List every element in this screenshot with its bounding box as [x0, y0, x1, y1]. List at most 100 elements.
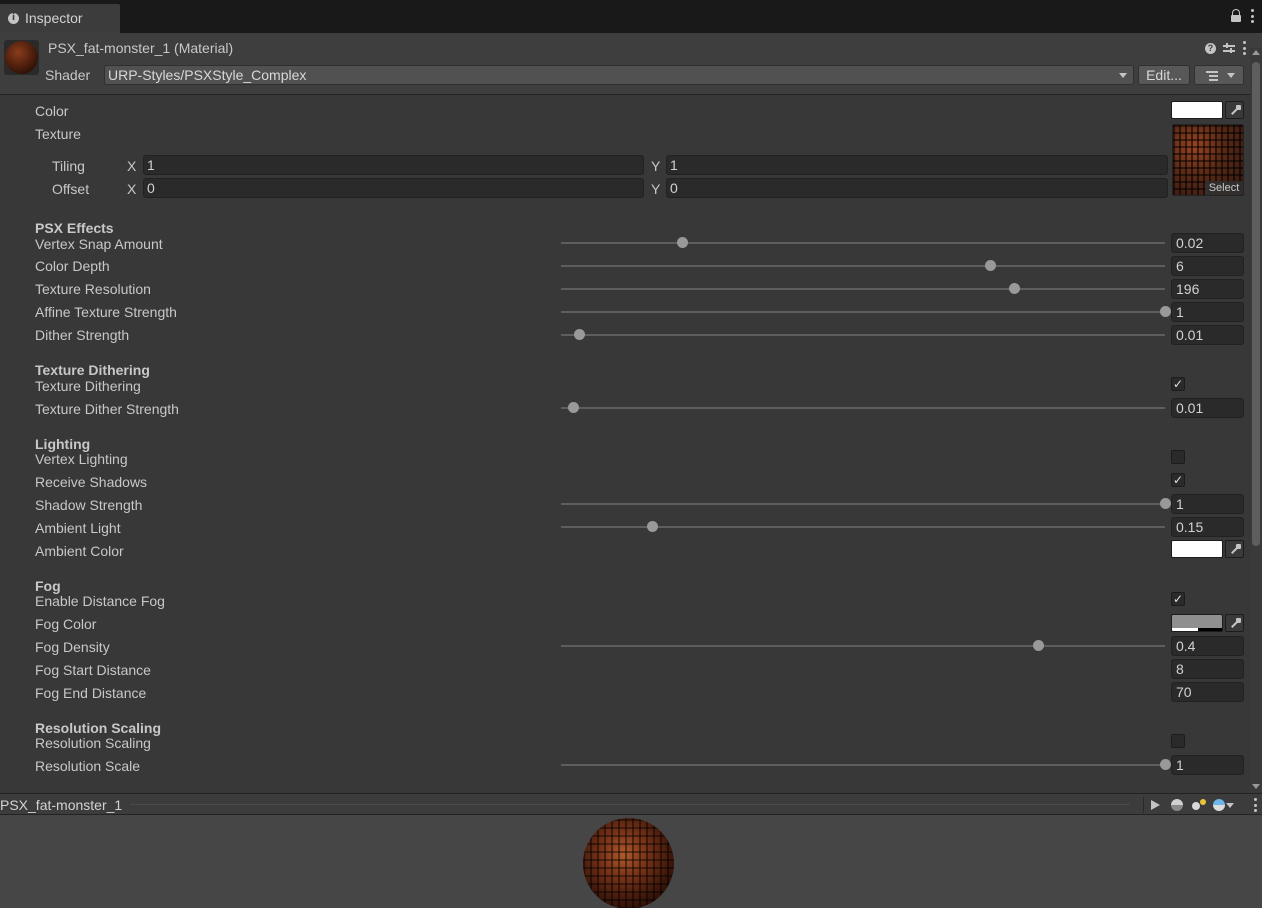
slider-knob[interactable] — [1160, 759, 1171, 770]
slider-knob[interactable] — [568, 402, 580, 413]
ambient-color-swatch[interactable] — [1171, 540, 1223, 558]
chevron-down-icon — [1226, 803, 1234, 808]
color-swatch[interactable] — [1171, 101, 1223, 119]
slider-knob[interactable] — [1009, 283, 1020, 294]
dither-strength-field[interactable]: 0.01 — [1171, 325, 1244, 345]
play-icon — [1151, 800, 1160, 810]
offset-x-field[interactable]: 0 — [143, 178, 644, 198]
fog-start-label: Fog Start Distance — [35, 662, 151, 678]
slider-knob[interactable] — [646, 521, 658, 532]
material-title: PSX_fat-monster_1 (Material) — [48, 40, 234, 56]
fog-density-slider[interactable] — [561, 640, 1165, 651]
texture-resolution-field[interactable]: 196 — [1171, 279, 1244, 299]
preview-sphere — [583, 818, 674, 908]
preview-toolbar: PSX_fat-monster_1 — [0, 793, 1262, 815]
fog-color-swatch[interactable] — [1171, 614, 1223, 632]
texture-slot[interactable]: Select — [1172, 124, 1244, 196]
preview-title: PSX_fat-monster_1 — [0, 797, 123, 813]
preview-mesh-button[interactable] — [1166, 797, 1188, 813]
kebab-icon[interactable] — [1250, 9, 1254, 23]
shader-menu-button[interactable] — [1194, 65, 1244, 85]
slider-knob[interactable] — [574, 329, 586, 340]
vertex-snap-slider[interactable] — [561, 237, 1165, 248]
chevron-down-icon — [1227, 73, 1235, 78]
resolution-scaling-checkbox[interactable] — [1171, 734, 1185, 748]
texture-dithering-label: Texture Dithering — [35, 378, 141, 394]
offset-y-label: Y — [651, 181, 661, 197]
texture-dither-strength-label: Texture Dither Strength — [35, 401, 179, 417]
vertex-snap-label: Vertex Snap Amount — [35, 236, 163, 252]
color-picker-button[interactable] — [1225, 101, 1244, 119]
color-depth-label: Color Depth — [35, 258, 110, 274]
scroll-up-icon[interactable] — [1252, 50, 1260, 55]
slider-knob[interactable] — [1160, 498, 1171, 509]
fog-end-field[interactable]: 70 — [1171, 682, 1244, 702]
ambient-color-field[interactable] — [1171, 540, 1244, 560]
resolution-scale-slider[interactable] — [561, 759, 1171, 770]
tiling-x-field[interactable]: 1 — [143, 155, 644, 175]
affine-texture-field[interactable]: 1 — [1171, 302, 1244, 322]
play-button[interactable] — [1144, 797, 1166, 813]
shadow-strength-slider[interactable] — [561, 498, 1171, 509]
color-picker-button[interactable] — [1225, 614, 1244, 632]
fog-density-label: Fog Density — [35, 639, 110, 655]
receive-shadows-label: Receive Shadows — [35, 474, 148, 490]
offset-y-field[interactable]: 0 — [666, 178, 1168, 198]
texture-dither-strength-field[interactable]: 0.01 — [1171, 398, 1244, 418]
slider-knob[interactable] — [1033, 640, 1045, 651]
section-psx-effects: PSX Effects — [35, 220, 114, 236]
edit-shader-button[interactable]: Edit... — [1138, 65, 1190, 85]
slider-knob[interactable] — [1160, 306, 1171, 317]
kebab-icon[interactable] — [1253, 798, 1257, 812]
color-label: Color — [35, 103, 69, 119]
fog-start-field[interactable]: 8 — [1171, 659, 1244, 679]
scroll-thumb[interactable] — [1252, 62, 1260, 546]
preview-skybox-dropdown[interactable] — [1210, 797, 1236, 813]
dither-strength-slider[interactable] — [561, 329, 1165, 340]
texture-dithering-checkbox[interactable]: ✓ — [1171, 377, 1185, 391]
tiling-x-label: X — [127, 158, 137, 174]
fog-end-label: Fog End Distance — [35, 685, 147, 701]
dither-strength-label: Dither Strength — [35, 327, 130, 343]
vertex-lighting-checkbox[interactable] — [1171, 450, 1185, 464]
section-resolution-scaling: Resolution Scaling — [35, 720, 162, 736]
fog-density-field[interactable]: 0.4 — [1171, 636, 1244, 656]
material-preview[interactable] — [0, 815, 1262, 908]
shadow-strength-field[interactable]: 1 — [1171, 494, 1244, 514]
color-field[interactable] — [1171, 101, 1244, 121]
help-icon[interactable]: ? — [1205, 42, 1216, 54]
tiling-label: Tiling — [52, 158, 85, 174]
tab-inspector[interactable]: i Inspector — [0, 4, 120, 33]
lock-icon[interactable] — [1230, 9, 1242, 23]
resolution-scale-field[interactable]: 1 — [1171, 755, 1244, 775]
slider-knob[interactable] — [676, 237, 688, 248]
vertical-scrollbar[interactable] — [1250, 48, 1262, 792]
texture-label: Texture — [35, 126, 81, 142]
slider-knob[interactable] — [984, 260, 996, 271]
eyedropper-icon — [1231, 618, 1241, 628]
kebab-icon[interactable] — [1242, 41, 1246, 55]
shader-value: URP-Styles/PSXStyle_Complex — [108, 67, 307, 83]
tiling-y-field[interactable]: 1 — [666, 155, 1168, 175]
fog-color-label: Fog Color — [35, 616, 97, 632]
texture-select-button[interactable]: Select — [1205, 181, 1243, 195]
preview-drag-handle[interactable] — [130, 804, 1130, 805]
ambient-light-field[interactable]: 0.15 — [1171, 517, 1244, 537]
fog-color-field[interactable] — [1171, 614, 1244, 634]
texture-resolution-slider[interactable] — [561, 283, 1165, 294]
header-actions: ? — [1205, 41, 1246, 55]
color-depth-slider[interactable] — [561, 260, 1165, 271]
scroll-down-icon[interactable] — [1252, 784, 1260, 789]
texture-dither-strength-slider[interactable] — [561, 402, 1165, 413]
color-depth-field[interactable]: 6 — [1171, 256, 1244, 276]
shader-dropdown[interactable]: URP-Styles/PSXStyle_Complex — [104, 65, 1134, 85]
affine-texture-slider[interactable] — [561, 306, 1171, 317]
preview-lights-button[interactable] — [1188, 797, 1210, 813]
enable-fog-checkbox[interactable]: ✓ — [1171, 592, 1185, 606]
preset-sliders-icon[interactable] — [1223, 42, 1235, 54]
material-thumbnail — [4, 40, 39, 75]
vertex-snap-field[interactable]: 0.02 — [1171, 233, 1244, 253]
receive-shadows-checkbox[interactable]: ✓ — [1171, 473, 1185, 487]
color-picker-button[interactable] — [1225, 540, 1244, 558]
ambient-light-slider[interactable] — [561, 521, 1165, 532]
